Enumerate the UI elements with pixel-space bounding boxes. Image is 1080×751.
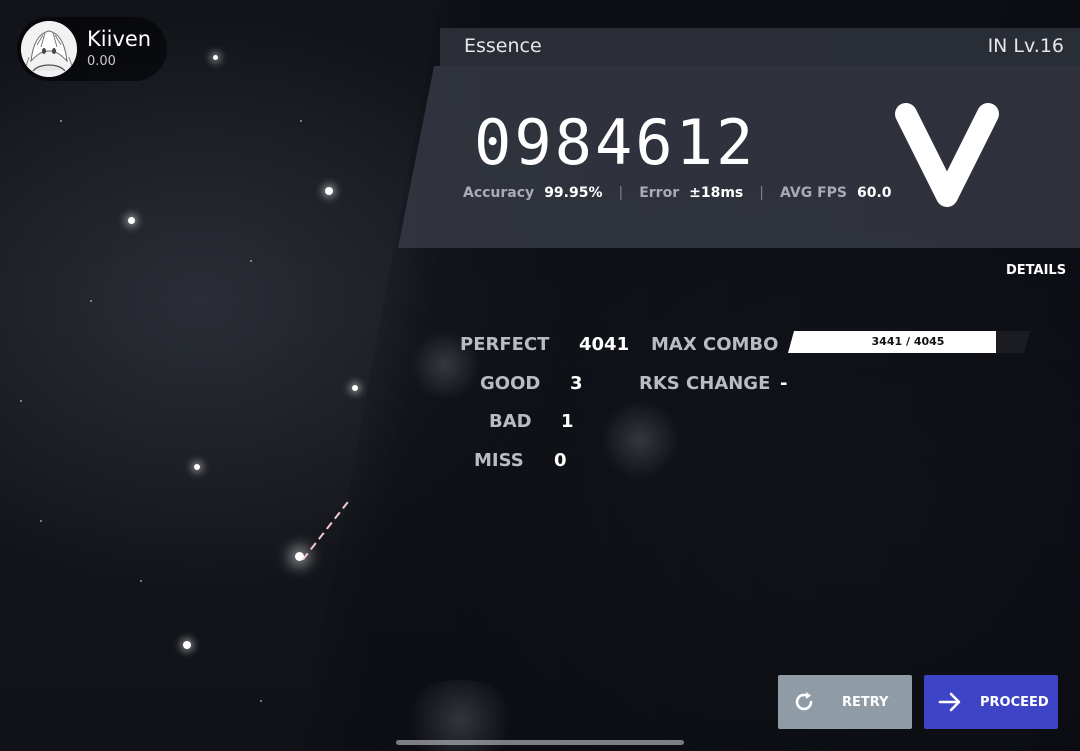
avatar (21, 21, 77, 77)
background-dust (250, 260, 252, 262)
difficulty-level: IN Lv.16 (987, 35, 1064, 57)
background-dust (40, 520, 42, 522)
background-dust (60, 120, 62, 122)
result-screen: Kiiven 0.00 Essence IN Lv.16 0984612 Acc… (0, 0, 1080, 751)
retry-icon (795, 692, 813, 711)
error-label: Error (639, 185, 680, 201)
background-star (128, 217, 135, 224)
perfect-count: 4041 (579, 334, 630, 355)
good-count: 3 (570, 373, 583, 394)
retry-label: RETRY (842, 695, 889, 710)
song-header: Essence IN Lv.16 (440, 28, 1080, 66)
background-dust (140, 580, 142, 582)
miss-label: MISS (474, 450, 524, 471)
avatar-illustration-icon (21, 21, 77, 77)
max-combo-label: MAX COMBO (651, 334, 779, 355)
background-star (194, 464, 200, 470)
song-title: Essence (464, 35, 542, 57)
background-dust (20, 400, 22, 402)
arrow-right-icon (938, 692, 961, 712)
max-combo-bar: 3441 / 4045 (788, 331, 1030, 353)
fps-value: 60.0 (856, 185, 892, 201)
good-label: GOOD (480, 373, 541, 394)
bad-count: 1 (561, 411, 574, 432)
home-indicator[interactable] (396, 740, 684, 745)
max-combo-text: 3441 / 4045 (871, 335, 945, 348)
stats-line: Accuracy 99.95% | Error ±18ms | AVG FPS 60.0 (463, 185, 892, 201)
grade-v-icon (895, 103, 999, 207)
background-dust (260, 700, 262, 702)
background-dust (90, 300, 92, 302)
background-star (352, 385, 358, 391)
background-glow (600, 400, 680, 480)
fps-label: AVG FPS (779, 185, 847, 201)
divider: | (618, 185, 624, 201)
rks-change-label: RKS CHANGE (639, 373, 771, 394)
accuracy-value: 99.95% (544, 185, 603, 201)
proceed-label: PROCEED (980, 695, 1049, 710)
background-star (183, 641, 191, 649)
divider: | (759, 185, 764, 201)
bad-label: BAD (489, 411, 532, 432)
score-value: 0984612 (474, 106, 757, 179)
background-star (325, 187, 333, 195)
miss-count: 0 (554, 450, 567, 471)
perfect-label: PERFECT (460, 334, 550, 355)
accuracy-label: Accuracy (463, 185, 535, 201)
background-dust (300, 120, 302, 122)
details-button[interactable]: DETAILS (1006, 263, 1066, 278)
player-rks: 0.00 (87, 54, 116, 69)
rks-change-value: - (780, 373, 788, 394)
player-badge[interactable]: Kiiven 0.00 (17, 17, 167, 81)
proceed-button[interactable]: PROCEED (924, 675, 1058, 729)
player-name: Kiiven (87, 27, 152, 51)
error-value: ±18ms (689, 185, 744, 201)
background-star (213, 55, 218, 60)
retry-button[interactable]: RETRY (778, 675, 912, 729)
